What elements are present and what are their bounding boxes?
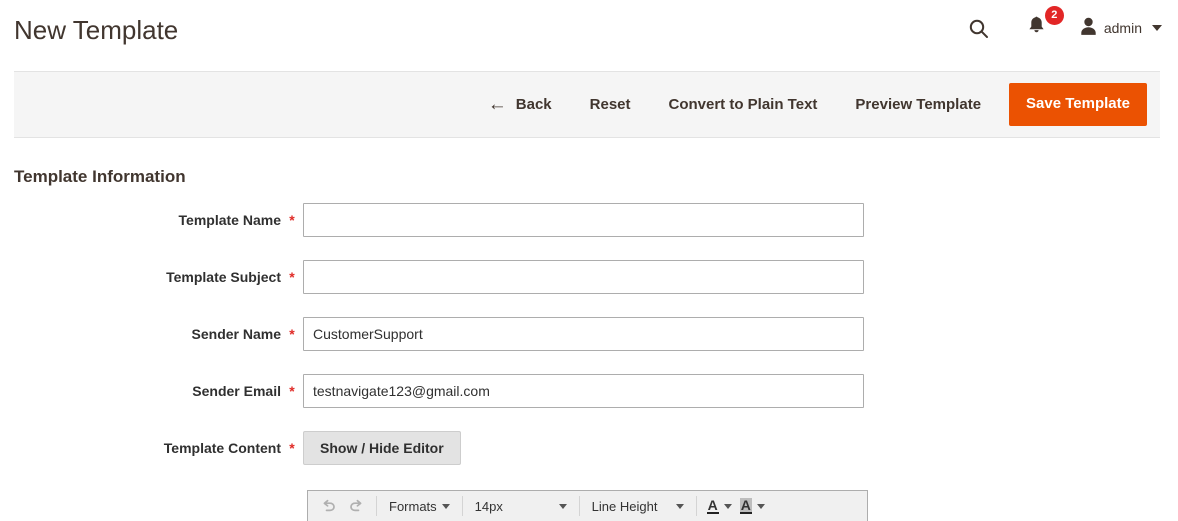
chevron-down-icon <box>1152 25 1162 31</box>
line-height-value: Line Height <box>591 498 658 514</box>
reset-button-label: Reset <box>589 96 631 113</box>
page-actions-toolbar: ← Back Reset Convert to Plain Text Previ… <box>14 71 1160 138</box>
wysiwyg-editor-toolbar: Formats 14px Line Height A A <box>307 490 868 521</box>
template-content-label: Template Content <box>163 440 281 456</box>
template-information-form: Template Name * Template Subject * Sende… <box>0 203 1178 488</box>
font-size-value: 14px <box>474 498 503 514</box>
back-button[interactable]: ← Back <box>488 95 552 114</box>
user-avatar-icon <box>1080 17 1097 39</box>
chevron-down-icon <box>558 503 567 509</box>
notifications-button[interactable]: 2 <box>1019 6 1064 45</box>
bell-icon <box>1027 15 1046 41</box>
text-color-button[interactable]: A <box>703 494 736 518</box>
preview-template-button[interactable]: Preview Template <box>855 96 981 113</box>
background-color-button[interactable]: A <box>736 494 769 518</box>
user-menu-label: admin <box>1103 20 1142 36</box>
convert-to-plain-text-button[interactable]: Convert to Plain Text <box>669 96 818 113</box>
redo-icon[interactable] <box>342 494 370 518</box>
reset-button[interactable]: Reset <box>590 96 631 113</box>
user-menu[interactable]: admin <box>1080 17 1162 39</box>
toolbar-separator <box>578 496 580 516</box>
field-row-template-content: Template Content * Show / Hide Editor <box>0 431 1178 465</box>
text-color-icon: A <box>706 497 719 514</box>
formats-menu-label: Formats <box>389 498 437 514</box>
toolbar-separator <box>695 496 697 516</box>
chevron-down-icon <box>441 503 450 509</box>
required-asterisk: * <box>289 326 295 342</box>
line-height-select[interactable]: Line Height <box>586 494 690 518</box>
chevron-down-icon <box>723 503 732 509</box>
required-asterisk: * <box>289 269 295 285</box>
field-row-template-name: Template Name * <box>0 203 1178 237</box>
formats-menu[interactable]: Formats <box>383 494 456 518</box>
section-title: Template Information <box>14 167 186 186</box>
chevron-down-icon <box>675 503 684 509</box>
toolbar-separator <box>461 496 463 516</box>
preview-button-label: Preview Template <box>855 96 982 113</box>
save-template-button[interactable]: Save Template <box>1009 83 1147 126</box>
arrow-left-icon: ← <box>487 94 507 115</box>
toolbar-separator <box>376 496 377 516</box>
template-name-label: Template Name <box>178 212 281 228</box>
page-title: New Template <box>14 15 179 45</box>
template-name-input[interactable] <box>303 203 864 237</box>
required-asterisk: * <box>289 383 295 399</box>
required-asterisk: * <box>289 212 295 228</box>
template-subject-label: Template Subject <box>166 269 281 285</box>
search-button[interactable] <box>960 11 997 45</box>
undo-icon[interactable] <box>314 494 342 518</box>
admin-page: New Template 2 admin ← Back Reset Conver… <box>0 0 1178 521</box>
required-asterisk: * <box>289 440 295 456</box>
convert-button-label: Convert to Plain Text <box>668 96 818 113</box>
field-row-template-subject: Template Subject * <box>0 260 1178 294</box>
field-row-sender-name: Sender Name * <box>0 317 1178 351</box>
template-subject-input[interactable] <box>303 260 864 294</box>
sender-name-label: Sender Name <box>191 326 281 342</box>
page-header: New Template 2 admin <box>0 0 1178 61</box>
header-actions: 2 admin <box>960 6 1162 45</box>
field-row-sender-email: Sender Email * <box>0 374 1178 408</box>
notification-badge: 2 <box>1044 6 1064 25</box>
font-size-select[interactable]: 14px <box>469 494 573 518</box>
sender-email-label: Sender Email <box>192 383 281 399</box>
sender-name-input[interactable] <box>303 317 864 351</box>
search-icon <box>968 18 989 39</box>
chevron-down-icon <box>756 503 765 509</box>
back-button-label: Back <box>515 96 552 113</box>
background-color-icon: A <box>739 497 752 514</box>
show-hide-editor-button[interactable]: Show / Hide Editor <box>303 431 461 465</box>
sender-email-input[interactable] <box>303 374 864 408</box>
